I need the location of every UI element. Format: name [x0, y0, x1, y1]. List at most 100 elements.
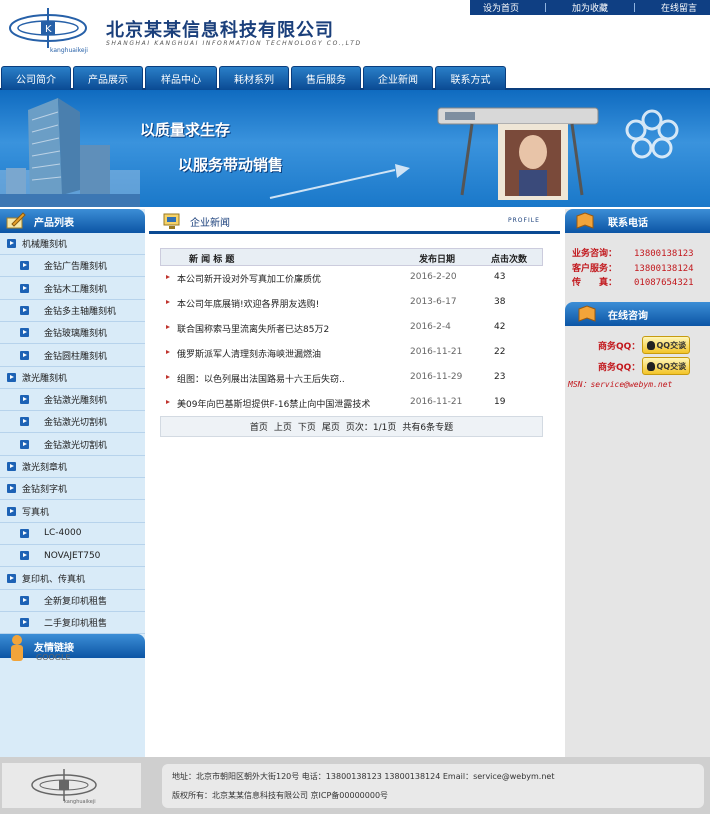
banner: [0, 90, 710, 207]
arrow-bullet-icon: [7, 372, 16, 382]
red-arrow-icon: [166, 400, 170, 404]
news-title-link[interactable]: 联合国称索马里流离失所者已达85万2: [177, 322, 329, 335]
top-links-bar: 设为首页 加为收藏 在线留言: [470, 0, 710, 15]
news-title-link[interactable]: 俄罗斯派军人清理刻赤海峡泄漏燃油: [177, 347, 321, 360]
red-arrow-icon: [166, 375, 170, 379]
arrow-bullet-icon: [20, 439, 29, 449]
news-clicks: 23: [494, 372, 506, 382]
pager-next[interactable]: 下页: [298, 420, 316, 433]
add-favorite-link[interactable]: 加为收藏: [572, 1, 608, 14]
category-item[interactable]: 复印机、传真机: [0, 568, 145, 590]
svg-text:K: K: [45, 24, 52, 35]
news-row: 俄罗斯派军人清理刻赤海峡泄漏燃油 2016-11-21 22: [164, 343, 542, 368]
category-label: 激光刻章机: [22, 463, 68, 473]
profile-tag: PROFILE: [508, 217, 540, 224]
news-clicks: 22: [494, 347, 506, 357]
nav-tab-samples[interactable]: 样品中心: [145, 66, 217, 90]
nav-tab-service[interactable]: 售后服务: [291, 66, 361, 90]
svg-text:kanghuaikeji: kanghuaikeji: [50, 47, 88, 54]
book-icon: [575, 212, 595, 233]
category-item[interactable]: 激光雕刻机: [0, 367, 145, 389]
contact-header: 联系电话: [565, 209, 710, 233]
subcategory-item[interactable]: 金钻广告雕刻机: [0, 255, 145, 278]
news-date: 2016-11-21: [410, 347, 463, 357]
red-arrow-icon: [166, 325, 170, 329]
company-logo[interactable]: K kanghuaikeji: [8, 6, 90, 54]
news-clicks: 38: [494, 297, 506, 307]
news-title-link[interactable]: 美09年向巴基斯坦提供F-16禁止向中国泄露技术: [177, 397, 370, 410]
footer-logo: kanghuaikeji: [2, 763, 141, 808]
category-item[interactable]: 金钻刻字机: [0, 478, 145, 501]
red-arrow-icon: [166, 300, 170, 304]
subcategory-item[interactable]: 全新复印机租售: [0, 590, 145, 612]
subcategory-item[interactable]: 金钻木工雕刻机: [0, 278, 145, 300]
contact-value: 13800138123: [634, 249, 694, 259]
subcategory-item[interactable]: 二手复印机租售: [0, 612, 145, 635]
news-row: 本公司年底展销!欢迎各界朋友选购! 2013-6-17 38: [164, 293, 542, 318]
pager-page-info: 页次：1/1页: [345, 423, 397, 433]
subcategory-item[interactable]: 金钻多主轴雕刻机: [0, 300, 145, 322]
news-clicks: 43: [494, 272, 506, 282]
pager-first[interactable]: 首页: [250, 420, 268, 433]
nav-tab-contact[interactable]: 联系方式: [435, 66, 506, 90]
subcategory-item[interactable]: 金钻圆柱雕刻机: [0, 345, 145, 367]
online-consult-header: 在线咨询: [565, 302, 710, 326]
contact-sales: 业务咨询： 13800138123: [572, 246, 694, 259]
category-label: 金钻激光切割机: [44, 440, 108, 451]
nav-tab-consumables[interactable]: 耗材系列: [219, 66, 289, 90]
subcategory-item[interactable]: LC-4000: [0, 523, 145, 545]
person-icon: [8, 634, 26, 665]
qq-label: 商务QQ：: [598, 362, 641, 373]
news-table-header: 新 闻 标 题 发布日期 点击次数: [160, 248, 543, 266]
news-clicks: 19: [494, 397, 506, 407]
pager-total: 共有6条专题: [402, 423, 454, 433]
contact-fax: 传 真： 01087654321: [572, 275, 694, 288]
arrow-bullet-icon: [20, 305, 29, 315]
category-label: 金钻玻璃雕刻机: [44, 329, 108, 340]
msn-contact[interactable]: MSN：service@webym.net: [568, 379, 672, 390]
contact-label: 业务咨询：: [572, 249, 618, 259]
subcategory-item[interactable]: NOVAJET750: [0, 545, 145, 568]
news-date: 2016-2-20: [410, 272, 457, 282]
news-title-link[interactable]: 组图：以色列展出法国路易十六王后失窃..: [177, 372, 345, 385]
news-title-link[interactable]: 本公司新开设对外写真加工价廉质优: [177, 272, 321, 285]
category-label: 写真机: [22, 507, 50, 518]
arrow-bullet-icon: [7, 239, 16, 248]
arrow-bullet-icon: [7, 506, 16, 516]
category-label: LC-4000: [44, 528, 82, 539]
subcategory-item[interactable]: 金钻激光切割机: [0, 411, 145, 434]
category-label: 激光雕刻机: [22, 373, 68, 384]
arrow-bullet-icon: [20, 417, 29, 427]
column-clicks: 点击次数: [491, 255, 528, 265]
qq-chat-label: QQ交谈: [656, 361, 687, 371]
company-name: 北京某某信息科技有限公司: [106, 20, 334, 41]
pager-prev[interactable]: 上页: [274, 420, 292, 433]
arrow-bullet-icon: [20, 261, 29, 271]
news-row: 本公司新开设对外写真加工价廉质优 2016-2-20 43: [164, 268, 542, 293]
pagination: 首页 上页 下页 尾页 页次：1/1页 共有6条专题: [160, 416, 543, 437]
online-message-link[interactable]: 在线留言: [661, 1, 697, 14]
category-label: NOVAJET750: [44, 550, 101, 561]
nav-tab-about[interactable]: 公司简介: [1, 66, 71, 90]
subcategory-item[interactable]: 金钻激光切割机: [0, 434, 145, 456]
footer-copyright: 版权所有：北京某某信息科技有限公司 京ICP备00000000号: [172, 791, 389, 800]
nav-tab-news[interactable]: 企业新闻: [363, 66, 433, 90]
set-homepage-link[interactable]: 设为首页: [483, 1, 519, 14]
category-item[interactable]: 激光刻章机: [0, 456, 145, 478]
arrow-bullet-icon: [20, 328, 29, 338]
news-date: 2016-11-29: [410, 372, 463, 382]
qq-chat-button[interactable]: QQ交谈: [642, 357, 691, 375]
subcategory-item[interactable]: 金钻玻璃雕刻机: [0, 322, 145, 345]
category-label: 二手复印机租售: [44, 619, 108, 630]
pager-last[interactable]: 尾页: [322, 420, 340, 433]
subcategory-item[interactable]: 金钻激光雕刻机: [0, 389, 145, 412]
category-item[interactable]: 写真机: [0, 501, 145, 523]
category-label: 金钻木工雕刻机: [44, 284, 108, 295]
qq-chat-button[interactable]: QQ交谈: [642, 336, 691, 354]
arrow-bullet-icon: [20, 283, 29, 293]
news-title-link[interactable]: 本公司年底展销!欢迎各界朋友选购!: [177, 297, 319, 310]
friend-link-google[interactable]: GOOGLE: [36, 653, 71, 662]
contact-value: 01087654321: [634, 278, 694, 288]
nav-tab-products[interactable]: 产品展示: [73, 66, 143, 90]
category-item[interactable]: 机械雕刻机: [0, 233, 145, 255]
